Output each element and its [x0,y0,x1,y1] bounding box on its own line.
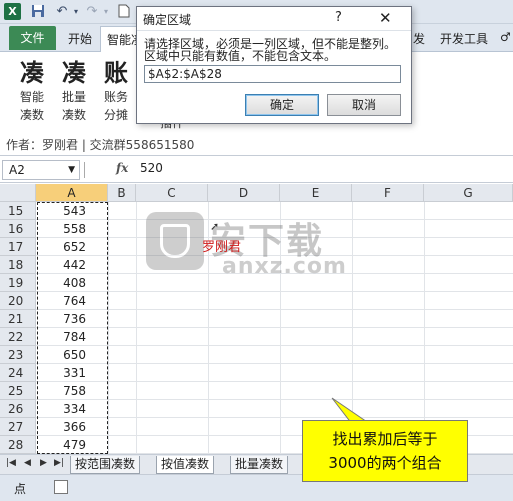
row-header[interactable]: 25 [0,382,36,400]
smart-sum-glyph: 凑 [20,58,44,87]
formula-input[interactable]: 520 [140,161,163,175]
column-header-d[interactable]: D [208,184,280,202]
author-info: 作者：罗刚君 | 交流群558651580 [6,138,195,152]
column-header-b[interactable]: B [108,184,136,202]
batch-sum-label-1: 批量 [61,90,86,104]
account-split-button[interactable]: 账 账务 分摊 [98,58,134,124]
row-header[interactable]: 28 [0,436,36,454]
formula-separator [84,162,85,178]
column-header-f[interactable]: F [352,184,424,202]
status-mode: 点 [14,482,27,496]
formula-bar: A2 ▼ fx 520 [0,157,513,183]
watermark: 安下载 anxz.com [146,210,376,280]
watermark-subtitle: anxz.com [222,254,347,279]
batch-sum-glyph: 凑 [62,58,86,87]
row-header[interactable]: 26 [0,400,36,418]
row-header[interactable]: 20 [0,292,36,310]
row-header[interactable]: 24 [0,364,36,382]
account-split-glyph: 账 [104,58,128,87]
cancel-button[interactable]: 取消 [327,94,401,116]
excel-app-icon[interactable]: X [4,3,21,20]
batch-sum-label-2: 凑数 [61,108,86,122]
worksheet-grid[interactable]: A B C D E F G 15 543 16 558 17 652 18 442 19 408 2… [0,184,513,454]
column-header-e[interactable]: E [280,184,352,202]
watermark-badge [146,212,204,270]
select-all-corner[interactable] [0,184,36,202]
row-header[interactable]: 19 [0,274,36,292]
excel-window: X ↶ ▾ ↷ ▾ 文件 开始 智能凑 发 开发工具 ♂ 凑 智能 凑数 凑 批… [0,0,513,501]
prev-sheet-icon[interactable]: ◀ [24,458,31,468]
tab-home[interactable]: 开始 [68,30,92,47]
undo-dropdown-icon[interactable]: ▾ [68,4,84,20]
sheet-tab-range[interactable]: 按范围凑数 [70,456,141,474]
row-header[interactable]: 16 [0,220,36,238]
save-icon[interactable] [30,4,46,20]
last-sheet-icon[interactable]: ▶| [54,458,64,468]
column-header-g[interactable]: G [424,184,513,202]
close-icon[interactable]: ✕ [379,9,392,27]
next-sheet-icon[interactable]: ▶ [40,458,47,468]
row-header[interactable]: 22 [0,328,36,346]
smart-sum-button[interactable]: 凑 智能 凑数 [14,58,50,124]
account-split-label-1: 账务 [103,90,128,104]
new-document-icon[interactable] [116,4,132,20]
callout-line-2: 3000的两个组合 [328,454,442,472]
row-header[interactable]: 23 [0,346,36,364]
name-box[interactable]: A2 ▼ [2,160,80,180]
range-input[interactable]: $A$2:$A$28 [144,65,401,83]
dialog-titlebar[interactable]: 确定区域 ? ✕ [137,7,411,31]
row-header[interactable]: 15 [0,202,36,220]
shield-icon [160,224,190,258]
tab-developer[interactable]: 开发工具 [440,30,488,47]
tip-callout: 找出累加后等于 3000的两个组合 [302,420,468,482]
batch-sum-button[interactable]: 凑 批量 凑数 [56,58,92,124]
row-header[interactable]: 18 [0,256,36,274]
tab-help-partial[interactable]: ♂ [500,30,511,44]
column-header-a[interactable]: A [36,184,108,202]
smart-sum-label-1: 智能 [19,90,44,104]
mouse-pointer-icon: ➚ [210,220,220,233]
tab-partial[interactable]: 发 [413,30,425,47]
sheet-tab-value[interactable]: 按值凑数 [156,456,215,474]
dialog-message-line-2: 区域中只能有数值，不能包含文本。 [144,49,337,63]
name-box-value: A2 [9,163,25,177]
tab-file[interactable]: 文件 [9,26,56,50]
smart-sum-label-2: 凑数 [19,108,44,122]
dialog-message: 请选择区域，必须是一列区域，但不能是整列。 区域中只能有数值，不能包含文本。 [144,38,412,62]
insert-function-icon[interactable]: fx [116,161,128,175]
sheet-tab-batch[interactable]: 批量凑数 [230,456,289,474]
callout-line-1: 找出累加后等于 [332,430,438,448]
select-range-dialog: 确定区域 ? ✕ 请选择区域，必须是一列区域，但不能是整列。 区域中只能有数值，… [136,6,412,124]
row-header[interactable]: 21 [0,310,36,328]
row-header[interactable]: 27 [0,418,36,436]
cell-red-text: 罗刚君 [202,240,242,255]
first-sheet-icon[interactable]: |◀ [6,458,16,468]
copy-marquee-selection [37,202,108,454]
ok-button[interactable]: 确定 [245,94,319,116]
account-split-label-2: 分摊 [103,108,128,122]
dialog-title: 确定区域 [143,13,192,27]
macro-record-icon[interactable] [54,480,68,494]
redo-dropdown-icon[interactable]: ▾ [98,4,114,20]
help-icon[interactable]: ? [335,10,342,25]
row-header[interactable]: 17 [0,238,36,256]
chevron-down-icon[interactable]: ▼ [68,161,75,179]
column-header-c[interactable]: C [136,184,208,202]
